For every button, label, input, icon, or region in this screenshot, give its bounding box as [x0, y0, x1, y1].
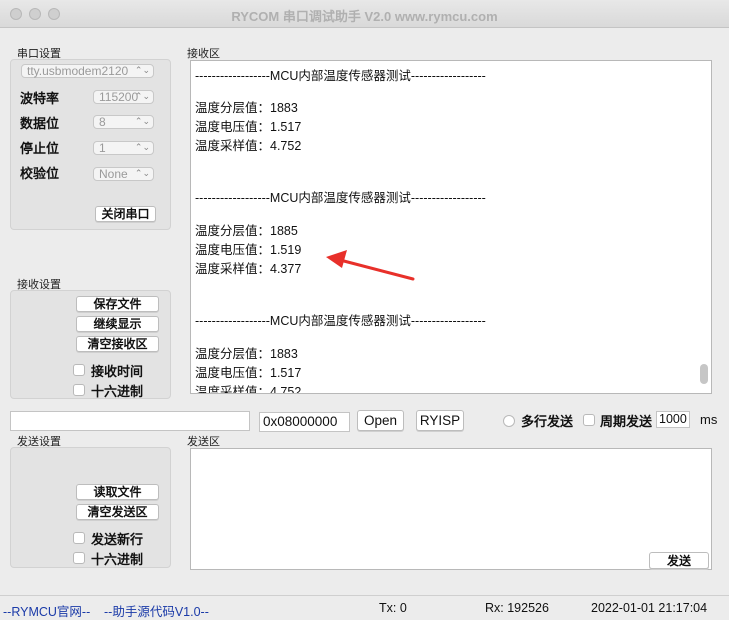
save-file-button[interactable]: 保存文件 — [76, 296, 159, 312]
port-value: tty.usbmodem2120 — [27, 64, 129, 78]
clear-send-button[interactable]: 清空发送区 — [76, 504, 159, 520]
databits-value: 8 — [99, 115, 106, 129]
multi-send-radio[interactable] — [503, 415, 515, 427]
send-newline-checkbox[interactable] — [73, 532, 85, 544]
parity-label: 校验位 — [20, 166, 60, 181]
recv-line: ------------------MCU内部温度传感器测试----------… — [195, 191, 486, 205]
periodic-send-checkbox[interactable] — [583, 414, 595, 426]
rx-count: Rx: 192526 — [485, 601, 549, 615]
recv-line: 温度电压值：1.519 — [195, 243, 302, 257]
port-select[interactable]: tty.usbmodem2120 ⌃⌄ — [21, 64, 154, 78]
clear-recv-button[interactable]: 清空接收区 — [76, 336, 159, 352]
recv-line: 温度分层值：1883 — [195, 347, 298, 361]
recv-line: 温度分层值：1883 — [195, 101, 298, 115]
recv-line: ------------------MCU内部温度传感器测试----------… — [195, 314, 486, 328]
website-link[interactable]: --RYMCU官网-- — [3, 601, 90, 620]
open-button[interactable]: Open — [357, 410, 404, 431]
baud-label: 波特率 — [20, 91, 60, 106]
recv-line: 温度采样值：4.377 — [195, 262, 302, 276]
stopbits-select[interactable]: 1 ⌃⌄ — [93, 141, 154, 155]
close-port-button[interactable]: 关闭串口 — [95, 206, 156, 222]
address-input[interactable]: 0x08000000 — [259, 412, 350, 432]
recv-line: 温度采样值：4.752 — [195, 139, 302, 153]
send-button[interactable]: 发送 — [649, 552, 709, 569]
recv-line: 温度电压值：1.517 — [195, 366, 302, 380]
recv-line: 温度分层值：1885 — [195, 224, 298, 238]
send-hex-checkbox[interactable] — [73, 552, 85, 564]
recv-line: 温度电压值：1.517 — [195, 120, 302, 134]
databits-select[interactable]: 8 ⌃⌄ — [93, 115, 154, 129]
datetime: 2022-01-01 21:17:04 — [591, 601, 708, 615]
databits-label: 数据位 — [20, 116, 60, 131]
window-title: RYCOM 串口调试助手 V2.0 www.rymcu.com — [231, 9, 498, 24]
stopbits-label: 停止位 — [20, 141, 60, 156]
period-unit: ms — [700, 412, 718, 427]
status-bar: --RYMCU官网-- --助手源代码V1.0-- Tx: 0 Rx: 1925… — [0, 595, 729, 619]
period-input[interactable]: 1000 — [656, 411, 690, 428]
recv-line: ------------------MCU内部温度传感器测试----------… — [195, 69, 486, 83]
chevron-updown-icon: ⌃⌄ — [134, 142, 150, 152]
send-newline-label: 发送新行 — [91, 532, 144, 547]
periodic-send-label: 周期发送 — [600, 414, 653, 429]
multi-send-label: 多行发送 — [521, 414, 574, 429]
chevron-updown-icon: ⌃⌄ — [134, 168, 150, 178]
annotation-arrow-icon — [326, 250, 415, 281]
title-bar: RYCOM 串口调试助手 V2.0 www.rymcu.com — [0, 0, 729, 28]
send-text-area[interactable] — [190, 448, 712, 570]
chevron-updown-icon: ⌃⌄ — [134, 116, 150, 126]
chevron-updown-icon: ⌃⌄ — [134, 65, 150, 75]
parity-select[interactable]: None ⌃⌄ — [93, 167, 154, 181]
baud-select[interactable]: 115200 ⌃⌄ — [93, 90, 154, 104]
recv-hex-label: 十六进制 — [91, 384, 144, 399]
stopbits-value: 1 — [99, 141, 106, 155]
recv-hex-checkbox[interactable] — [73, 384, 85, 396]
recv-scrollbar-thumb[interactable] — [700, 364, 708, 384]
tx-count: Tx: 0 — [379, 601, 407, 615]
recv-time-checkbox[interactable] — [73, 364, 85, 376]
recv-area-label: 接收区 — [187, 48, 220, 60]
parity-value: None — [99, 167, 128, 181]
baud-value: 115200 — [99, 90, 139, 104]
recv-time-label: 接收时间 — [91, 364, 144, 379]
read-file-button[interactable]: 读取文件 — [76, 484, 159, 500]
chevron-updown-icon: ⌃⌄ — [134, 91, 150, 101]
recv-text-area[interactable]: ------------------MCU内部温度传感器测试----------… — [190, 60, 712, 394]
source-code-link[interactable]: --助手源代码V1.0-- — [104, 601, 209, 620]
command-input[interactable] — [10, 411, 250, 431]
recv-line: 温度采样值：4.752 — [195, 385, 302, 394]
ryisp-button[interactable]: RYISP — [416, 410, 464, 431]
send-area-label: 发送区 — [187, 436, 220, 448]
send-hex-label: 十六进制 — [91, 552, 144, 567]
continue-display-button[interactable]: 继续显示 — [76, 316, 159, 332]
